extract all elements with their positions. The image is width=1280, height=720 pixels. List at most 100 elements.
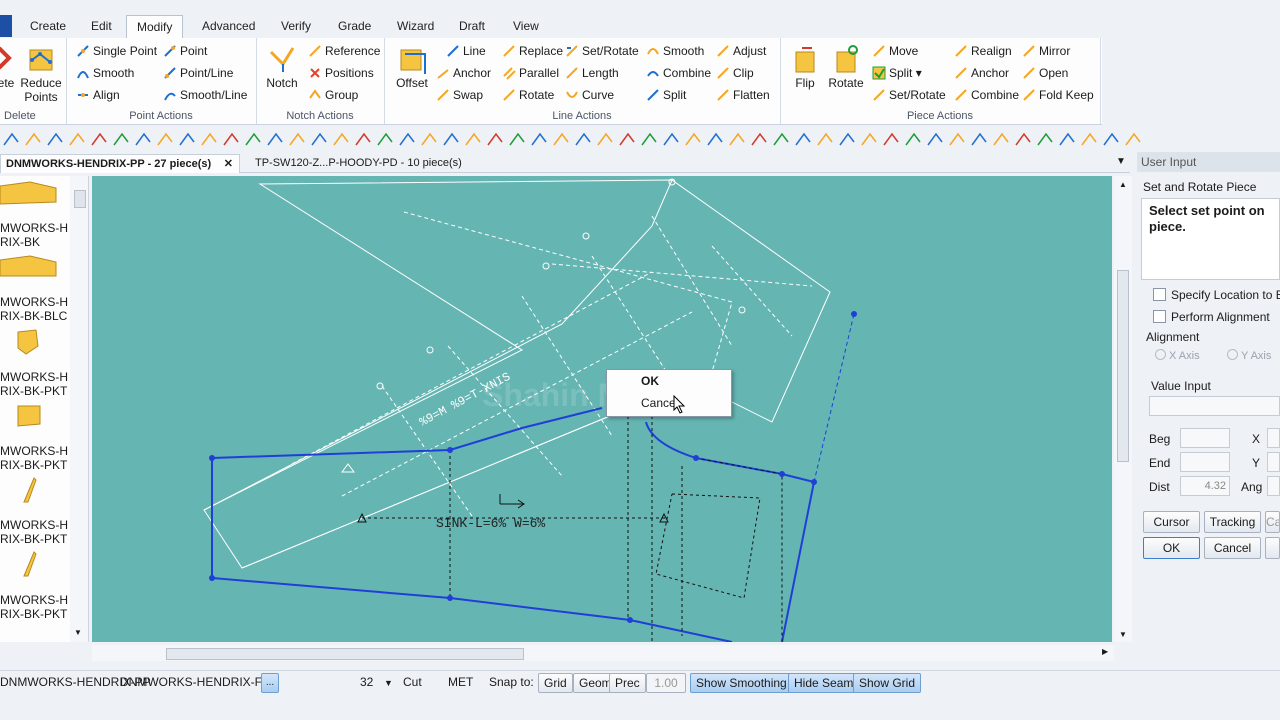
toolbar-tool-icon[interactable] [25,132,41,146]
fold-keep-button[interactable]: Fold Keep [1022,85,1094,105]
piece-thumb-4[interactable] [0,402,70,430]
toolbar-tool-icon[interactable] [355,132,371,146]
toolbar-tool-icon[interactable] [531,132,547,146]
precision-value-input[interactable]: 1.00 [646,673,686,693]
toolbar-tool-icon[interactable] [1037,132,1053,146]
scroll-right-icon[interactable]: ▶ [1102,647,1108,656]
anchor-line-button[interactable]: Anchor [436,63,491,83]
pattern-points[interactable] [209,311,857,623]
reduce-points-button[interactable]: Reduce Points [18,44,64,104]
parallel-button[interactable]: Parallel [502,63,559,83]
menu-view[interactable]: View [503,15,549,37]
y-axis-radio[interactable] [1227,349,1238,360]
value-input-field[interactable] [1149,396,1280,416]
context-ok[interactable]: OK [607,371,731,391]
menu-edit[interactable]: Edit [81,15,122,37]
selected-piece-outline[interactable] [211,313,855,642]
positions-button[interactable]: Positions [308,63,374,83]
x-input[interactable] [1267,428,1280,448]
single-point-button[interactable]: Single Point [76,41,157,61]
menu-verify[interactable]: Verify [271,15,321,37]
toolbar-tool-icon[interactable] [861,132,877,146]
toolbar-tool-icon[interactable] [245,132,261,146]
x-axis-option[interactable]: X Axis [1155,349,1200,362]
show-smoothing-button[interactable]: Show Smoothing [690,673,793,693]
anchor-piece-button[interactable]: Anchor [954,63,1009,83]
piece-name-4[interactable]: MWORKS-H [0,444,68,458]
doc-tab-pp[interactable]: DNMWORKS-HENDRIX-PP - 27 piece(s) ✕ [0,154,240,173]
piece-thumb-3[interactable] [0,328,70,356]
perform-alignment-checkbox[interactable] [1153,310,1166,323]
toolbar-tool-icon[interactable] [839,132,855,146]
piece-name-3[interactable]: MWORKS-H [0,370,68,384]
snap-grid-button[interactable]: Grid [538,673,573,693]
line-button[interactable]: Line [446,41,486,61]
length-button[interactable]: Length [565,63,619,83]
toolbar-tool-icon[interactable] [641,132,657,146]
open-button[interactable]: Open [1022,63,1068,83]
piece-list-scroll-thumb[interactable] [74,190,86,208]
piece-name-5[interactable]: MWORKS-H [0,518,68,532]
status-more-button[interactable]: ... [261,673,279,693]
toolbar-tool-icon[interactable] [619,132,635,146]
flip-button[interactable]: Flip [786,44,824,90]
rotate-line-button[interactable]: Rotate [502,85,554,105]
units-label[interactable]: MET [448,675,473,689]
toolbar-tool-icon[interactable] [883,132,899,146]
toolbar-tool-icon[interactable] [773,132,789,146]
mirror-button[interactable]: Mirror [1022,41,1070,61]
toolbar-tool-icon[interactable] [971,132,987,146]
flatten-button[interactable]: Flatten [716,85,770,105]
toolbar-tool-icon[interactable] [223,132,239,146]
toolbar-tool-icon[interactable] [751,132,767,146]
toolbar-tool-icon[interactable] [795,132,811,146]
scroll-up-icon[interactable]: ▲ [1119,180,1127,189]
toolbar-tool-icon[interactable] [465,132,481,146]
toolbar-tool-icon[interactable] [817,132,833,146]
zoom-dropdown-icon[interactable]: ▼ [384,678,393,688]
x-axis-radio[interactable] [1155,349,1166,360]
toolbar-icons[interactable] [0,130,1160,150]
panel-cancel-button[interactable]: Cancel [1204,537,1261,559]
set-rotate-line-button[interactable]: Set/Rotate [565,41,639,61]
point-button[interactable]: Point [163,41,207,61]
toolbar-tool-icon[interactable] [421,132,437,146]
menu-draft[interactable]: Draft [449,15,495,37]
realign-button[interactable]: Realign [954,41,1012,61]
toolbar-tool-icon[interactable] [179,132,195,146]
doc-tab-hoody[interactable]: TP-SW120-Z...P-HOODY-PD - 10 piece(s) [250,154,467,172]
panel-extra-button[interactable] [1265,537,1280,559]
toolbar-tool-icon[interactable] [575,132,591,146]
beg-input[interactable] [1180,428,1230,448]
point-line-button[interactable]: Point/Line [163,63,233,83]
toolbar-tool-icon[interactable] [553,132,569,146]
piece-thumb-2[interactable] [0,254,70,282]
menu-grade[interactable]: Grade [328,15,381,37]
offset-button[interactable]: Offset [392,44,432,90]
toolbar-tool-icon[interactable] [685,132,701,146]
perform-alignment-option[interactable]: Perform Alignment [1153,310,1270,324]
smooth-point-button[interactable]: Smooth [76,63,134,83]
app-menu-button[interactable] [0,15,12,37]
reference-button[interactable]: Reference [308,41,380,61]
toolbar-tool-icon[interactable] [905,132,921,146]
adjust-button[interactable]: Adjust [716,41,766,61]
toolbar-tool-icon[interactable] [333,132,349,146]
delete-button[interactable]: ete [0,44,16,90]
piece-thumb-5[interactable] [0,476,70,504]
piece-name-2[interactable]: MWORKS-H [0,295,68,309]
align-button[interactable]: Align [76,85,120,105]
snap-prec-button[interactable]: Prec [609,673,646,693]
clip-button[interactable]: Clip [716,63,754,83]
menu-modify[interactable]: Modify [126,15,184,38]
toolbar-tool-icon[interactable] [135,132,151,146]
piece-thumb-6[interactable] [0,550,70,578]
toolbar-tool-icon[interactable] [443,132,459,146]
toolbar-tool-icon[interactable] [399,132,415,146]
scroll-down-icon[interactable]: ▼ [1119,630,1127,639]
toolbar-tool-icon[interactable] [289,132,305,146]
rotate-piece-button[interactable]: Rotate [826,44,866,90]
smooth-line-action-button[interactable]: Smooth [646,41,704,61]
split-line-button[interactable]: Split [646,85,686,105]
canvas-horizontal-scrollbar[interactable]: ▶ [92,645,1114,661]
